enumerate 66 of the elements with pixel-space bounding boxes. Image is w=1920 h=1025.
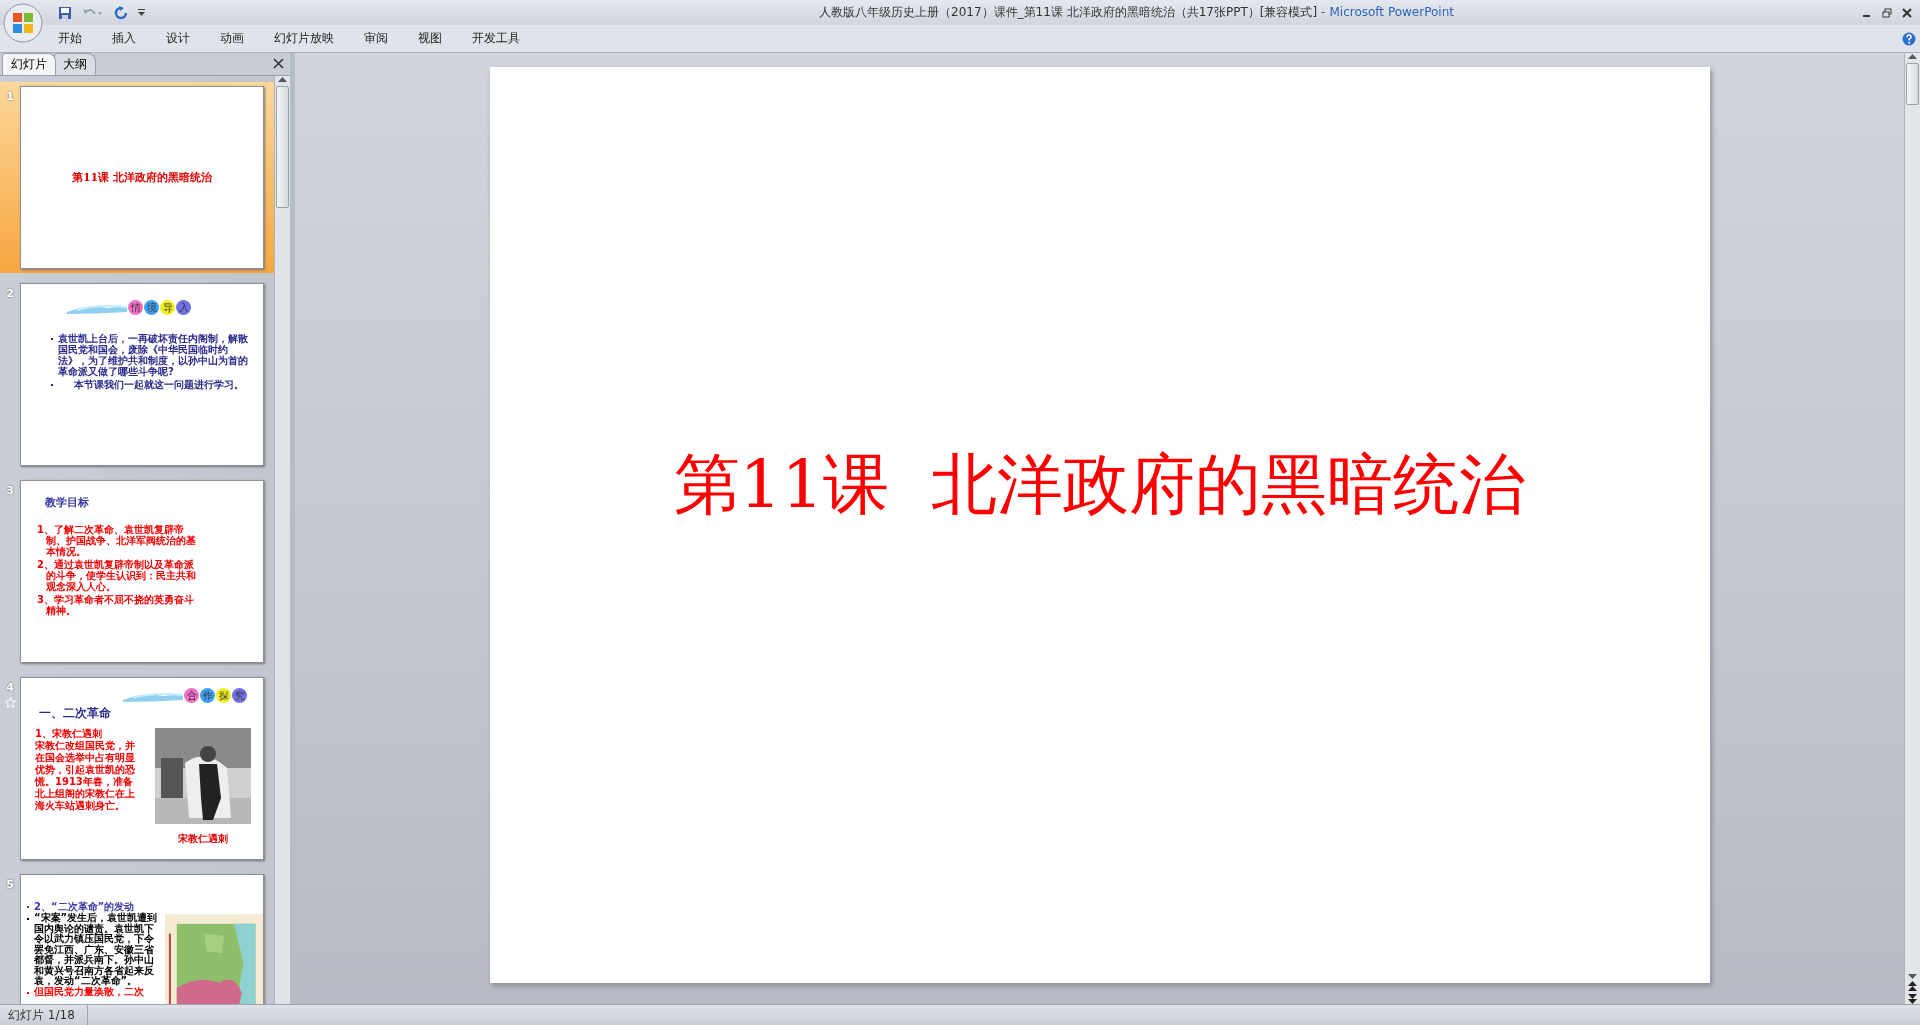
objective-text: 3、学习革命者不屈不挠的英勇奋斗精神。 xyxy=(37,594,195,616)
close-icon[interactable] xyxy=(273,58,284,69)
slide-number: 2 xyxy=(6,287,14,300)
slide-number: 3 xyxy=(6,484,14,497)
ribbon-tab[interactable]: 审阅 xyxy=(356,27,396,50)
ribbon-tab[interactable]: 视图 xyxy=(410,27,450,50)
slide-thumbnail-row[interactable]: 3 教学目标 1、了解二次革命、袁世凯复辟帝制、护国战争、北洋军阀统治的基本情况。 2、通过袁世凯复辟帝制以及革命派的斗争，使学生认识到：民主共和观念深入人心。 3、学习革命者不屈不挠的英勇奋斗精神。 xyxy=(0,476,274,667)
badge-bubble: 究 xyxy=(232,688,247,703)
scrollbar[interactable] xyxy=(274,76,290,1004)
slide-subheading: 1、宋教仁遇刺 xyxy=(35,728,103,740)
slide-thumbnail[interactable]: 教学目标 1、了解二次革命、袁世凯复辟帝制、护国战争、北洋军阀统治的基本情况。 2、通过袁世凯复辟帝制以及革命派的斗争，使学生认识到：民主共和观念深入人心。 3、学习革命者不屈不挠的英勇奋斗精神。 xyxy=(20,480,264,663)
slide-counter: 幻灯片 1/18 xyxy=(0,1005,88,1025)
redo-icon[interactable] xyxy=(114,5,128,20)
badge-bubble: 作 xyxy=(200,688,215,703)
panel-tab[interactable]: 幻灯片 xyxy=(2,53,56,75)
slide-heading: 2、“二次革命”的发动 xyxy=(34,901,135,913)
objective-text: 2、通过袁世凯复辟帝制以及革命派的斗争，使学生认识到：民主共和观念深入人心。 xyxy=(37,559,197,592)
bullet-text: 但国民党力量涣散，二次 xyxy=(34,986,145,997)
scroll-up-icon[interactable] xyxy=(278,76,287,84)
restore-icon[interactable] xyxy=(1882,7,1892,18)
badge-bubble: 入 xyxy=(176,300,191,315)
help-icon[interactable] xyxy=(1902,31,1916,46)
badge-bubble: 合 xyxy=(184,688,199,703)
ribbon-tab[interactable]: 设计 xyxy=(158,27,198,50)
slide-thumbnail-row[interactable]: 1 第11课 北洋政府的黑暗统治 xyxy=(0,82,274,273)
slide-number: 5 xyxy=(6,878,14,891)
panel-tab[interactable]: 大纲 xyxy=(54,53,96,75)
slide-canvas[interactable]: 第11课 北洋政府的黑暗统治 xyxy=(489,67,1710,983)
slide-number: 4 xyxy=(6,681,14,694)
badge-bubble: 导 xyxy=(160,300,175,315)
bullet-text: 本节课我们一起就这一问题进行学习。 xyxy=(73,379,245,390)
photo-caption: 宋教仁遇刺 xyxy=(178,832,228,846)
slide-title: 第11课 北洋政府的黑暗统治 xyxy=(71,170,213,185)
slide-number: 1 xyxy=(6,90,14,103)
slide-heading: 一、二次革命 xyxy=(39,705,112,722)
slide-heading: 教学目标 xyxy=(45,495,90,510)
ribbon-tab[interactable]: 开始 xyxy=(50,27,90,50)
slide-title[interactable]: 第11课 北洋政府的黑暗统治 xyxy=(673,440,1526,530)
badge-bubble: 情 xyxy=(128,300,143,315)
slide-thumbnail[interactable]: 合 作 探 究 一、二次革命 1、宋教仁遇刺 宋教仁改组国民党，并在国会选举中占有明显优势，引起袁世凯的恐慌。1913年春，准备北上组阁的宋教仁在上海火车站遇刺身亡。 宋教仁遇刺 xyxy=(20,677,264,860)
save-icon[interactable] xyxy=(58,5,72,20)
bullet-text: 袁世凯上台后，一再破坏责任内阁制，解散国民党和国会，废除《中华民国临时约法》，为了维护共和制度，以孙中山为首的革命派又做了哪些斗争呢? xyxy=(58,333,249,377)
slide-thumbnail[interactable]: 情 境 导 入 袁世凯上台后，一再破坏责任内阁制，解散国民党和国会，废除《中华民国临时约法》，为了维护共和制度，以孙中山为首的革命派又做了哪些斗争呢? 本节课我们一起就这一问题进行学习。 xyxy=(20,283,264,466)
title-separator: - xyxy=(1321,5,1326,19)
window-title: 人教版八年级历史上册（2017）课件_第11课 北洋政府的黑暗统治（共17张PPT）[兼容模式] xyxy=(819,5,1318,19)
slide-text: 宋教仁改组国民党，并在国会选举中占有明显优势，引起袁世凯的恐慌。1913年春，准备北上组阁的宋教仁在上海火车站遇刺身亡。 xyxy=(35,740,136,812)
scrollbar[interactable] xyxy=(1904,53,1920,1004)
app-name: Microsoft PowerPoint xyxy=(1329,5,1454,19)
slide-thumbnail-row[interactable]: 2 情 境 导 入 袁世凯上台后，一再破坏责任内阁制，解散国民党和国会，废除《中华民国临时约法》，为了维护共和制度，以孙中山为首的革命派又做了哪些斗争呢? 本节课我们一起就这一问题进行学习。 xyxy=(0,279,274,470)
ribbon-tab[interactable]: 开发工具 xyxy=(464,27,528,50)
badge-bubble: 探 xyxy=(216,688,231,703)
slide-thumbnail[interactable]: 2、“二次革命”的发动 “宋案”发生后，袁世凯遭到国内舆论的谴责。袁世凯下令以武力镇压国民党，下令罢免江西、广东、安徽三省都督，并派兵南下。孙中山和黄兴号召南方各省起来反袁，发动“二次革命”。 但国民党力量涣散，二次 xyxy=(20,874,264,1004)
badge-bubble: 境 xyxy=(144,300,159,315)
slide-thumbnail[interactable]: 第11课 北洋政府的黑暗统治 xyxy=(20,86,264,269)
bullet-text: “宋案”发生后，袁世凯遭到国内舆论的谴责。袁世凯下令以武力镇压国民党，下令罢免江西、广东、安徽三省都督，并派兵南下。孙中山和黄兴号召南方各省起来反袁，发动“二次革命”。 xyxy=(34,913,159,986)
scroll-thumb[interactable] xyxy=(276,86,289,208)
customize-dropdown-icon[interactable] xyxy=(138,8,145,17)
slide-thumbnail-row[interactable]: 5 2、“二次革命”的发动 “宋案”发生后，袁世凯遭到国内舆论的谴责。袁世凯下令以武力镇压国民党，下令罢免江西、广东、安徽三省都督，并派兵南下。孙中山和黄兴号召南方各省起来反袁，发动“二次革命”。 但国民党力量涣散，二次 xyxy=(0,870,274,1004)
slide-thumbnail-row[interactable]: 4 合 作 探 究 一、二次革命 1、宋教仁遇刺 宋教仁改组国民党，并在国会选举中占有明显优势，引起袁世凯的恐慌。1913年春，准备北上组阁的宋教仁在上海火车站遇刺身亡。 宋教仁遇刺 xyxy=(0,673,274,864)
objective-text: 1、了解二次革命、袁世凯复辟帝制、护国战争、北洋军阀统治的基本情况。 xyxy=(37,524,197,557)
ribbon-tab[interactable]: 动画 xyxy=(212,27,252,50)
scroll-thumb[interactable] xyxy=(1906,63,1919,105)
ribbon-tab[interactable]: 插入 xyxy=(104,27,144,50)
close-icon[interactable] xyxy=(1902,7,1912,18)
slide-navigation-icon[interactable] xyxy=(1908,980,1917,1004)
ribbon-tab[interactable]: 幻灯片放映 xyxy=(266,27,342,50)
